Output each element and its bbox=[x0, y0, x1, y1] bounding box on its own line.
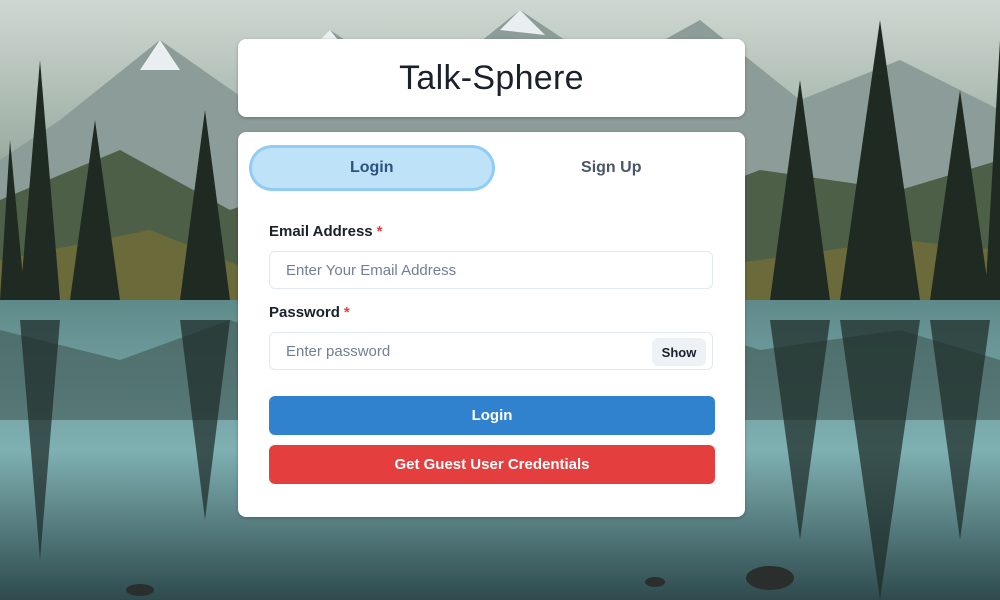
guest-credentials-button[interactable]: Get Guest User Credentials bbox=[269, 445, 715, 484]
app-title-card: Talk-Sphere bbox=[238, 39, 745, 117]
password-label-text: Password bbox=[269, 304, 340, 321]
email-label-text: Email Address bbox=[269, 223, 373, 240]
password-placeholder: Enter password bbox=[286, 342, 391, 360]
auth-form-card: Login Sign Up Email Address * Enter Your … bbox=[238, 132, 745, 517]
email-field[interactable]: Enter Your Email Address bbox=[269, 251, 713, 289]
password-required-mark: * bbox=[343, 304, 350, 321]
app-title: Talk-Sphere bbox=[399, 58, 584, 97]
auth-tabs: Login Sign Up bbox=[252, 148, 731, 188]
email-label: Email Address * bbox=[269, 223, 383, 240]
password-label: Password * bbox=[269, 304, 350, 321]
tab-sign-up[interactable]: Sign Up bbox=[492, 148, 732, 188]
password-field[interactable]: Enter password Show bbox=[269, 332, 713, 370]
email-required-mark: * bbox=[376, 223, 383, 240]
show-password-button[interactable]: Show bbox=[652, 338, 706, 366]
tab-login[interactable]: Login bbox=[252, 148, 492, 188]
login-button[interactable]: Login bbox=[269, 396, 715, 435]
email-placeholder: Enter Your Email Address bbox=[286, 261, 457, 279]
